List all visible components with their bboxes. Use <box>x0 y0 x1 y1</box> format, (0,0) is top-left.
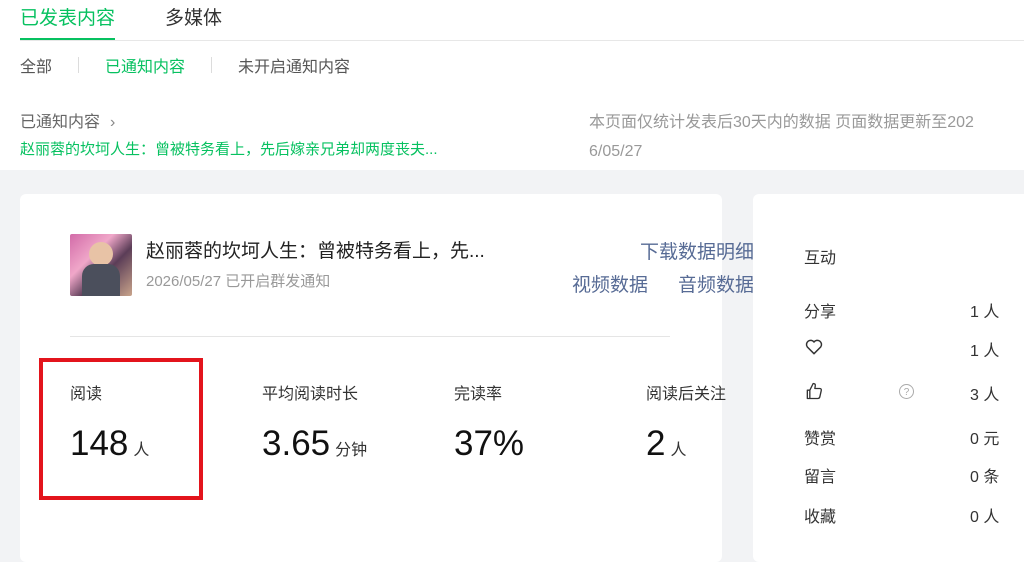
data-notice-line2: 6/05/27 <box>589 143 643 160</box>
metric-avg-read-time: 平均阅读时长 3.65 分钟 <box>262 380 367 464</box>
metric-number: 2 <box>646 424 666 463</box>
help-icon[interactable]: ? <box>899 384 914 399</box>
interaction-row-thumbs: ? 3 人 <box>804 381 1024 405</box>
breadcrumb: 已通知内容 › <box>20 108 115 132</box>
interaction-row-reward: 赞赏 0 元 <box>804 425 1024 449</box>
filter-separator <box>211 57 213 73</box>
metric-completion-rate: 完读率 37% <box>454 380 529 464</box>
metric-number: 3.65 <box>262 424 331 463</box>
article-title[interactable]: 赵丽蓉的坎坷人生：曾被特务看上，先... <box>146 236 485 263</box>
filter-bar: 全部 已通知内容 未开启通知内容 <box>20 53 350 77</box>
interaction-row-like: 1 人 <box>804 337 1024 361</box>
metric-value: 2人 <box>646 424 726 464</box>
tab-published[interactable]: 已发表内容 <box>20 4 116 40</box>
article-thumbnail <box>70 234 132 296</box>
download-link-row: 下载数据明细 <box>640 237 754 264</box>
data-links-row: 视频数据 音频数据 <box>572 270 754 297</box>
data-notice: 本页面仅统计发表后30天内的数据 页面数据更新至202 6/05/27 <box>589 108 1024 166</box>
metric-label: 平均阅读时长 <box>262 386 359 403</box>
comment-label: 留言 <box>804 469 837 486</box>
thumbs-up-icon <box>804 381 824 406</box>
article-subtitle: 2026/05/27 已开启群发通知 <box>146 273 331 290</box>
metric-value: 37% <box>454 424 529 464</box>
metric-unit: 人 <box>670 442 687 459</box>
heart-icon <box>804 337 824 362</box>
reward-label: 赞赏 <box>804 431 837 448</box>
metric-label: 阅读后关注 <box>646 386 727 403</box>
highlight-box <box>39 358 203 500</box>
share-value: 1 人 <box>970 304 1000 321</box>
like-value: 1 人 <box>970 343 1000 360</box>
data-notice-line1: 本页面仅统计发表后30天内的数据 页面数据更新至202 <box>589 114 974 131</box>
metric-unit: 分钟 <box>335 442 368 459</box>
tab-multimedia[interactable]: 多媒体 <box>165 4 222 40</box>
filter-notified[interactable]: 已通知内容 <box>105 53 185 77</box>
filter-separator <box>78 57 80 73</box>
metric-follows-after-read: 阅读后关注 2人 <box>646 380 726 464</box>
interaction-row-share: 分享 1 人 <box>804 298 1024 322</box>
tab-divider <box>20 40 1024 41</box>
audio-data-link[interactable]: 音频数据 <box>678 270 754 297</box>
metric-label: 完读率 <box>454 386 503 403</box>
thumbnail-portrait-body <box>82 264 120 296</box>
comment-value: 0 条 <box>970 469 1000 486</box>
filter-not-notified[interactable]: 未开启通知内容 <box>238 53 350 77</box>
reward-value: 0 元 <box>970 431 1000 448</box>
top-panel: 已发表内容 多媒体 全部 已通知内容 未开启通知内容 已通知内容 › 赵丽蓉的坎坷… <box>0 0 1024 170</box>
breadcrumb-article-title[interactable]: 赵丽蓉的坎坷人生：曾被特务看上，先后嫁亲兄弟却两度丧夫... <box>20 138 520 159</box>
collect-value: 0 人 <box>970 509 1000 526</box>
breadcrumb-label[interactable]: 已通知内容 <box>20 114 100 131</box>
metric-value: 3.65 分钟 <box>262 424 367 464</box>
interaction-title: 互动 <box>804 250 837 267</box>
tab-bar: 已发表内容 多媒体 <box>20 4 222 40</box>
card-divider <box>70 336 670 337</box>
interaction-row-collect: 收藏 0 人 <box>804 503 1024 527</box>
thumbnail-portrait-head <box>89 242 113 266</box>
interaction-panel: 互动 分享 1 人 1 人 ? 3 人 赞赏 0 元 留言 0 条 收藏 0 人 <box>753 194 1024 562</box>
download-details-link[interactable]: 下载数据明细 <box>640 242 754 263</box>
metric-number: 37% <box>454 424 525 463</box>
filter-all[interactable]: 全部 <box>20 53 52 77</box>
collect-label: 收藏 <box>804 509 837 526</box>
thumbs-value: 3 人 <box>970 387 1000 404</box>
interaction-row-comment: 留言 0 条 <box>804 463 1024 487</box>
chevron-right-icon: › <box>110 114 116 131</box>
share-label: 分享 <box>804 304 837 321</box>
video-data-link[interactable]: 视频数据 <box>572 270 648 297</box>
